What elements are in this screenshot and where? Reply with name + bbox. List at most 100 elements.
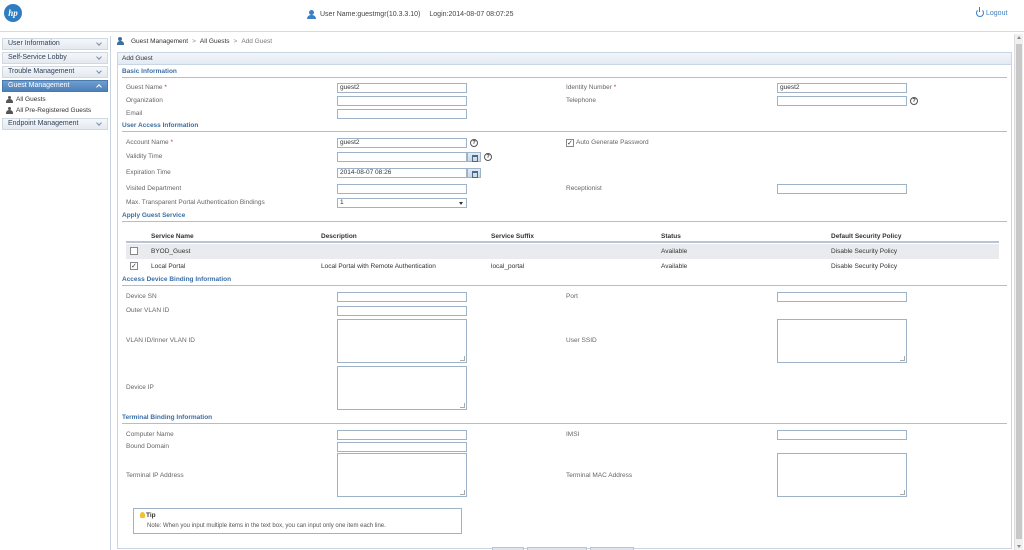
port-input[interactable] xyxy=(777,292,907,302)
sidebar-item-self-service-lobby[interactable]: Self-Service Lobby xyxy=(2,52,108,64)
section-divider xyxy=(122,285,1007,286)
auto-generate-password-checkbox[interactable] xyxy=(566,139,574,147)
scroll-up-arrow-icon[interactable] xyxy=(1017,36,1021,39)
port-label: Port xyxy=(566,293,578,300)
device-ip-label: Device IP xyxy=(126,384,154,391)
user-ssid-label: User SSID xyxy=(566,337,597,344)
sidebar-subitem-label: All Pre-Registered Guests xyxy=(16,107,92,114)
column-default-security-policy: Default Security Policy xyxy=(831,233,902,240)
terminal-ip-label: Terminal IP Address xyxy=(126,472,184,479)
vlan-id-label: VLAN ID/Inner VLAN ID xyxy=(126,337,195,344)
computer-name-label: Computer Name xyxy=(126,431,174,438)
device-sn-input[interactable] xyxy=(337,292,467,302)
logout-label: Logout xyxy=(986,9,1008,17)
help-icon[interactable]: ? xyxy=(484,153,492,161)
section-basic-information: Basic Information xyxy=(122,68,177,75)
policy-cell: Disable Security Policy xyxy=(831,263,898,270)
sidebar-item-label: User Information xyxy=(8,40,60,47)
sidebar-item-guest-management[interactable]: Guest Management xyxy=(2,80,108,92)
terminal-mac-textarea[interactable] xyxy=(777,453,907,497)
help-icon[interactable]: ? xyxy=(470,139,478,147)
validity-time-label: Validity Time xyxy=(126,153,163,160)
visited-department-input[interactable] xyxy=(337,184,467,194)
table-row: BYOD_Guest Available Disable Security Po… xyxy=(126,244,999,259)
sidebar: User Information Self-Service Lobby Trou… xyxy=(0,36,111,550)
description-cell: Local Portal with Remote Authentication xyxy=(321,263,436,270)
device-sn-label: Device SN xyxy=(126,293,157,300)
guest-icon xyxy=(6,107,13,114)
hp-logo: hp xyxy=(4,4,22,22)
sidebar-item-label: Endpoint Management xyxy=(8,120,79,127)
table-row: Local Portal Local Portal with Remote Au… xyxy=(126,259,999,274)
guest-name-input[interactable]: guest2 xyxy=(337,83,467,93)
identity-number-input[interactable]: guest2 xyxy=(777,83,907,93)
account-name-label: Account Name * xyxy=(126,139,173,146)
service-checkbox[interactable] xyxy=(130,262,138,270)
user-icon xyxy=(307,10,316,19)
email-input[interactable] xyxy=(337,109,467,119)
main-content: Guest Management > All Guests > Add Gues… xyxy=(114,34,1012,550)
column-description: Description xyxy=(321,233,357,240)
service-table-header: Service Name Description Service Suffix … xyxy=(126,231,999,243)
column-service-name: Service Name xyxy=(151,233,194,240)
computer-name-input[interactable] xyxy=(337,430,467,440)
chevron-down-icon xyxy=(96,68,102,74)
sidebar-subitem-all-guests[interactable]: All Guests xyxy=(0,94,110,105)
imsi-input[interactable] xyxy=(777,430,907,440)
terminal-ip-textarea[interactable] xyxy=(337,453,467,497)
validity-time-input[interactable] xyxy=(337,152,467,162)
bound-domain-input[interactable] xyxy=(337,442,467,452)
email-label: Email xyxy=(126,110,143,117)
organization-input[interactable] xyxy=(337,96,467,106)
section-divider xyxy=(122,221,1007,222)
sidebar-item-endpoint-management[interactable]: Endpoint Management xyxy=(2,118,108,130)
breadcrumb-guest-management[interactable]: Guest Management xyxy=(131,38,188,45)
user-info: User Name:guestmgr(10.3.3.10) Login:2014… xyxy=(307,10,513,19)
status-cell: Available xyxy=(661,248,688,255)
device-ip-textarea[interactable] xyxy=(337,366,467,410)
sidebar-item-label: Guest Management xyxy=(8,82,70,89)
add-guest-panel: Add Guest Basic Information Guest Name *… xyxy=(117,52,1012,549)
max-portal-bindings-select[interactable]: 1 xyxy=(337,198,467,208)
sidebar-item-user-information[interactable]: User Information xyxy=(2,38,108,50)
service-name-cell: Local Portal xyxy=(151,263,186,270)
outer-vlan-input[interactable] xyxy=(337,306,467,316)
vlan-id-textarea[interactable] xyxy=(337,319,467,363)
terminal-mac-label: Terminal MAC Address xyxy=(566,472,633,479)
breadcrumb-all-guests[interactable]: All Guests xyxy=(200,38,230,45)
sidebar-subitem-pre-registered-guests[interactable]: All Pre-Registered Guests xyxy=(0,105,110,116)
scroll-down-arrow-icon[interactable] xyxy=(1017,545,1021,548)
sidebar-item-trouble-management[interactable]: Trouble Management xyxy=(2,66,108,78)
column-service-suffix: Service Suffix xyxy=(491,233,534,240)
expiration-time-input[interactable]: 2014-08-07 08:26 xyxy=(337,168,467,178)
receptionist-input[interactable] xyxy=(777,184,907,194)
breadcrumb-separator: > xyxy=(233,37,238,45)
calendar-icon[interactable] xyxy=(467,168,481,178)
outer-vlan-label: Outer VLAN ID xyxy=(126,307,170,314)
user-ssid-textarea[interactable] xyxy=(777,319,907,363)
identity-number-label: Identity Number * xyxy=(566,84,617,91)
scroll-thumb[interactable] xyxy=(1016,44,1022,539)
suffix-cell: local_portal xyxy=(491,263,525,270)
expiration-time-label: Expiration Time xyxy=(126,169,171,176)
vertical-scrollbar[interactable] xyxy=(1014,34,1023,550)
max-portal-bindings-value: 1 xyxy=(340,199,344,206)
section-apply-guest-service: Apply Guest Service xyxy=(122,212,186,219)
logout-button[interactable]: Logout xyxy=(976,7,1008,17)
section-divider xyxy=(122,77,1007,78)
telephone-input[interactable] xyxy=(777,96,907,106)
login-time-text: Login:2014-08-07 08:07:25 xyxy=(429,11,514,18)
lightbulb-icon xyxy=(140,512,145,518)
breadcrumb: Guest Management > All Guests > Add Gues… xyxy=(117,37,272,45)
telephone-label: Telephone xyxy=(566,97,596,104)
bound-domain-label: Bound Domain xyxy=(126,443,169,450)
account-name-input[interactable]: guest2 xyxy=(337,138,467,148)
service-checkbox[interactable] xyxy=(130,247,138,255)
chevron-down-icon xyxy=(96,120,102,126)
max-portal-bindings-label: Max. Transparent Portal Authentication B… xyxy=(126,199,265,206)
organization-label: Organization xyxy=(126,97,163,104)
imsi-label: IMSI xyxy=(566,431,580,438)
help-icon[interactable]: ? xyxy=(910,97,918,105)
panel-title: Add Guest xyxy=(118,53,1011,65)
calendar-icon[interactable] xyxy=(467,152,481,162)
